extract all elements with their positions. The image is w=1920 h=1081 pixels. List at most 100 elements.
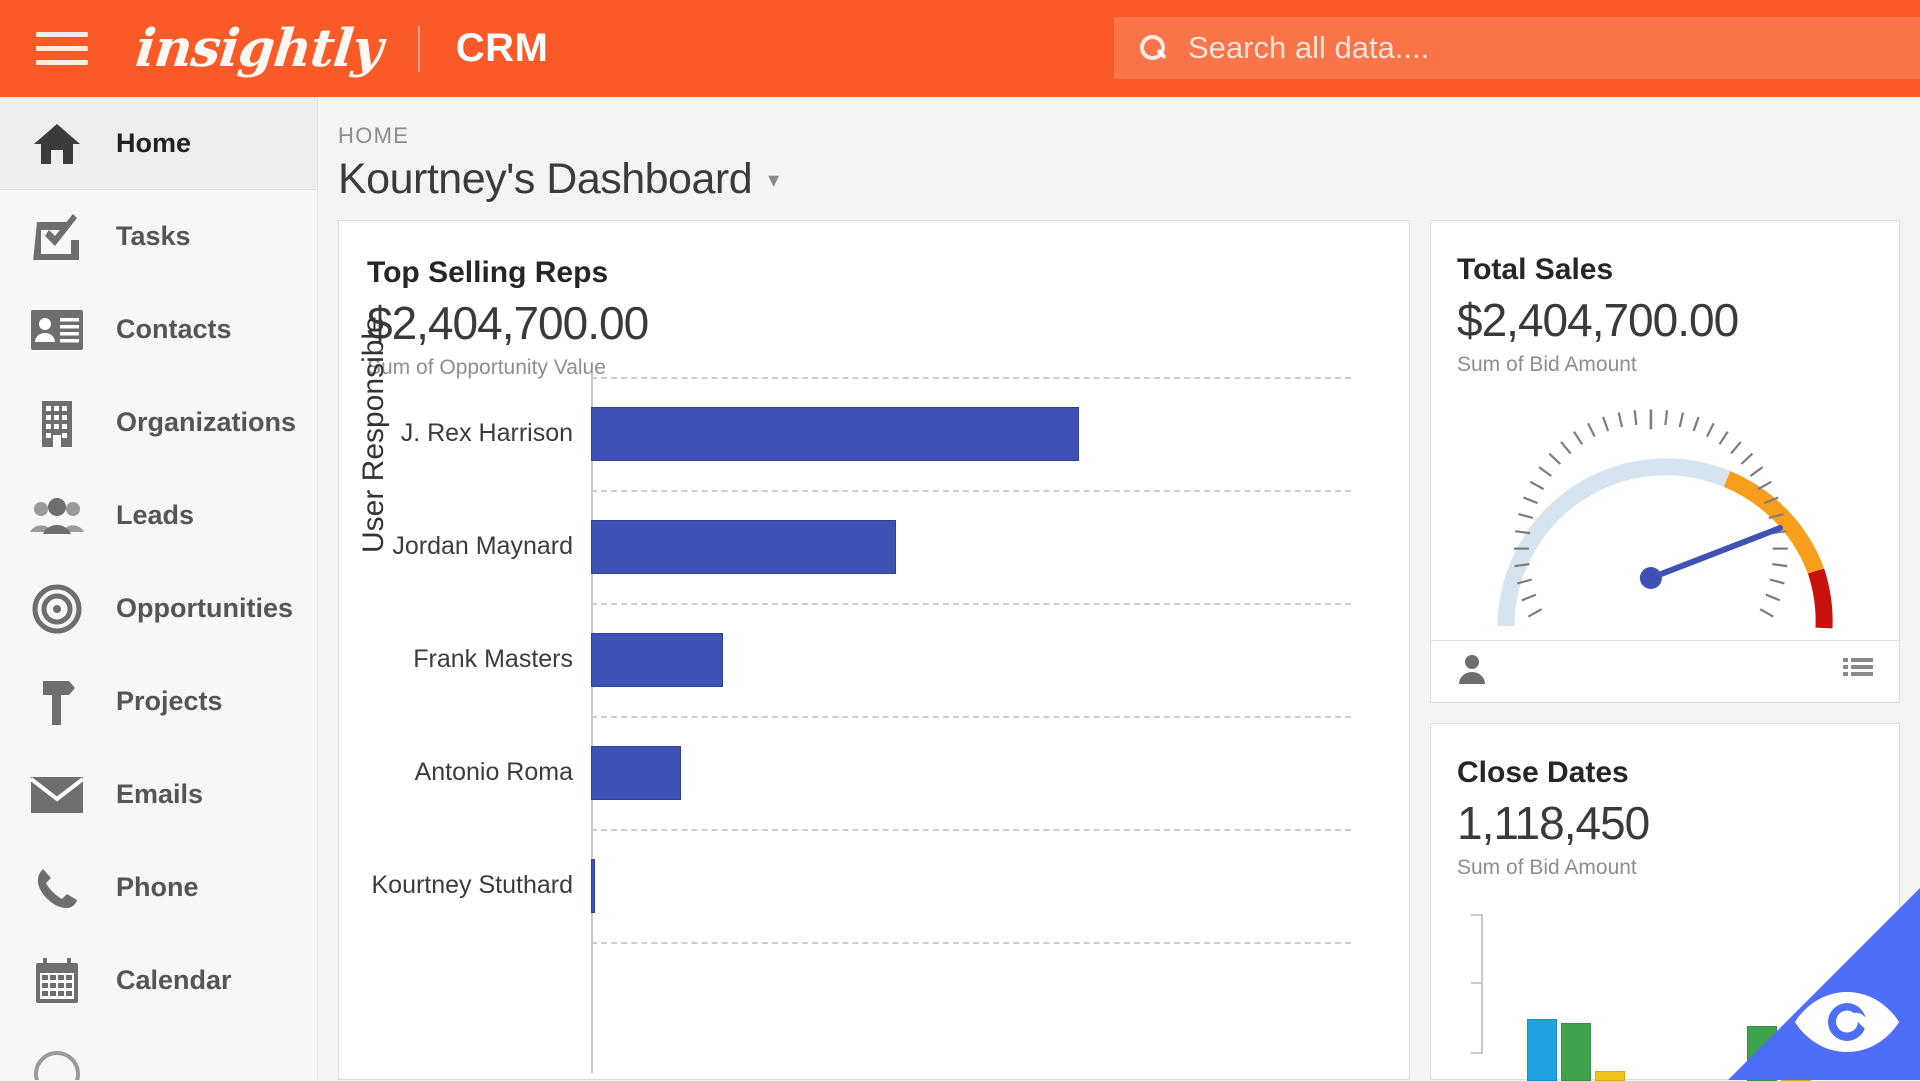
sidebar-item-emails[interactable]: Emails <box>0 748 317 841</box>
bar-chart-top-selling-reps[interactable]: User Responsible J. Rex Harrison Jordan … <box>339 373 1411 1073</box>
search-input[interactable] <box>1188 30 1920 66</box>
sidebar-item-label: Phone <box>116 872 199 903</box>
card-subtitle: Sum of Bid Amount <box>1457 353 1899 377</box>
bar-row[interactable]: J. Rex Harrison <box>339 377 1411 490</box>
calendar-icon <box>26 953 88 1009</box>
gauge-band-warning <box>1727 479 1816 571</box>
bar-category-label: J. Rex Harrison <box>339 419 591 448</box>
bar-value[interactable] <box>591 746 681 800</box>
card-subtitle: Sum of Bid Amount <box>1457 856 1899 880</box>
bar-track <box>591 603 1411 716</box>
gauge-band-danger <box>1816 571 1824 628</box>
bar-track <box>591 377 1411 490</box>
person-icon[interactable] <box>1459 654 1485 689</box>
hamburger-bar <box>36 46 88 51</box>
card-title: Close Dates <box>1457 756 1899 790</box>
sidebar-item-partial[interactable] <box>0 1027 317 1080</box>
hamburger-bar <box>36 32 88 37</box>
sidebar-item-leads[interactable]: Leads <box>0 469 317 562</box>
card-title: Top Selling Reps <box>367 256 1409 290</box>
list-icon[interactable] <box>1843 657 1873 686</box>
y-axis-line <box>1481 914 1483 1054</box>
sidebar-item-label: Calendar <box>116 965 232 996</box>
bar-value-blue[interactable] <box>1527 1019 1557 1081</box>
sidebar-item-contacts[interactable]: Contacts <box>0 283 317 376</box>
breadcrumb[interactable]: HOME <box>338 123 1920 149</box>
sidebar-item-label: Contacts <box>116 314 232 345</box>
card-header: Total Sales $2,404,700.00 Sum of Bid Amo… <box>1431 221 1899 377</box>
target-icon <box>26 581 88 637</box>
bar-category-label: Antonio Roma <box>339 758 591 787</box>
card-footer-total-sales <box>1431 640 1901 702</box>
gauge-chart-total-sales[interactable] <box>1431 396 1901 641</box>
envelope-icon <box>26 767 88 823</box>
bar-value-green[interactable] <box>1747 1026 1777 1081</box>
bar-row[interactable]: Antonio Roma <box>339 716 1411 829</box>
sidebar-item-label: Leads <box>116 500 194 531</box>
bar-track <box>591 829 1411 942</box>
bar-value[interactable] <box>591 520 896 574</box>
bar-value[interactable] <box>591 407 1079 461</box>
bar-row[interactable]: Frank Masters <box>339 603 1411 716</box>
page-title: Kourtney's Dashboard <box>338 155 752 204</box>
search-icon <box>1140 35 1166 61</box>
bar-category-label: Kourtney Stuthard <box>339 871 591 900</box>
sidebar-item-phone[interactable]: Phone <box>0 841 317 934</box>
sidebar-item-opportunities[interactable]: Opportunities <box>0 562 317 655</box>
bar-value-yellow[interactable] <box>1781 1041 1811 1081</box>
bar-value[interactable] <box>591 633 723 687</box>
gauge-band-normal <box>1506 467 1727 626</box>
card-title: Total Sales <box>1457 253 1899 287</box>
sidebar-item-label: Home <box>116 128 191 159</box>
insightly-logo[interactable]: insightly <box>133 18 385 79</box>
dashboard-grid: Top Selling Reps $2,404,700.00 Sum of Op… <box>318 220 1920 1080</box>
bar-value[interactable] <box>591 859 595 913</box>
card-value: $2,404,700.00 <box>1457 293 1899 347</box>
module-title: CRM <box>456 26 549 71</box>
bar-category-label: Frank Masters <box>339 645 591 674</box>
brand-divider <box>418 26 420 72</box>
page-title-row: Kourtney's Dashboard ▾ <box>338 155 1920 204</box>
circle-icon <box>26 1046 88 1081</box>
axis-tick <box>1471 982 1483 984</box>
phone-icon <box>26 860 88 916</box>
top-navigation-bar: insightly CRM <box>0 0 1920 97</box>
hamburger-menu-icon[interactable] <box>36 29 88 69</box>
card-close-dates: Close Dates 1,118,450 Sum of Bid Amount <box>1430 723 1900 1080</box>
sidebar-item-tasks[interactable]: Tasks <box>0 190 317 283</box>
task-check-icon <box>26 209 88 265</box>
bar-row[interactable]: Kourtney Stuthard <box>339 829 1411 942</box>
bar-track <box>591 716 1411 829</box>
bar-group[interactable] <box>1527 941 1625 1081</box>
sidebar-item-projects[interactable]: Projects <box>0 655 317 748</box>
axis-tick <box>1471 914 1483 916</box>
bar-track <box>591 490 1411 603</box>
card-header: Close Dates 1,118,450 Sum of Bid Amount <box>1431 724 1899 880</box>
chevron-down-icon[interactable]: ▾ <box>768 167 779 193</box>
card-value: $2,404,700.00 <box>367 296 1409 350</box>
card-top-selling-reps: Top Selling Reps $2,404,700.00 Sum of Op… <box>338 220 1410 1080</box>
sidebar-item-organizations[interactable]: Organizations <box>0 376 317 469</box>
bar-row[interactable]: Jordan Maynard <box>339 490 1411 603</box>
gridline <box>591 942 1351 944</box>
bar-category-label: Jordan Maynard <box>339 532 591 561</box>
card-value: 1,118,450 <box>1457 796 1899 850</box>
home-icon <box>26 116 88 172</box>
building-icon <box>26 395 88 451</box>
card-total-sales: Total Sales $2,404,700.00 Sum of Bid Amo… <box>1430 220 1900 703</box>
bar-chart-close-dates[interactable] <box>1459 914 1889 1081</box>
page-header: HOME Kourtney's Dashboard ▾ <box>318 97 1920 204</box>
sidebar-item-calendar[interactable]: Calendar <box>0 934 317 1027</box>
global-search[interactable] <box>1114 17 1920 79</box>
gauge-needle <box>1640 528 1780 589</box>
card-header: Top Selling Reps $2,404,700.00 Sum of Op… <box>339 221 1409 380</box>
axis-tick <box>1471 1052 1483 1054</box>
sidebar-item-label: Tasks <box>116 221 191 252</box>
contact-card-icon <box>26 302 88 358</box>
bar-value-green[interactable] <box>1561 1023 1591 1081</box>
people-group-icon <box>26 488 88 544</box>
main-content: HOME Kourtney's Dashboard ▾ Top Selling … <box>318 97 1920 1080</box>
sidebar-item-home[interactable]: Home <box>0 97 317 190</box>
sidebar-navigation: Home Tasks Contacts <box>0 97 318 1080</box>
bar-group[interactable] <box>1747 941 1811 1081</box>
